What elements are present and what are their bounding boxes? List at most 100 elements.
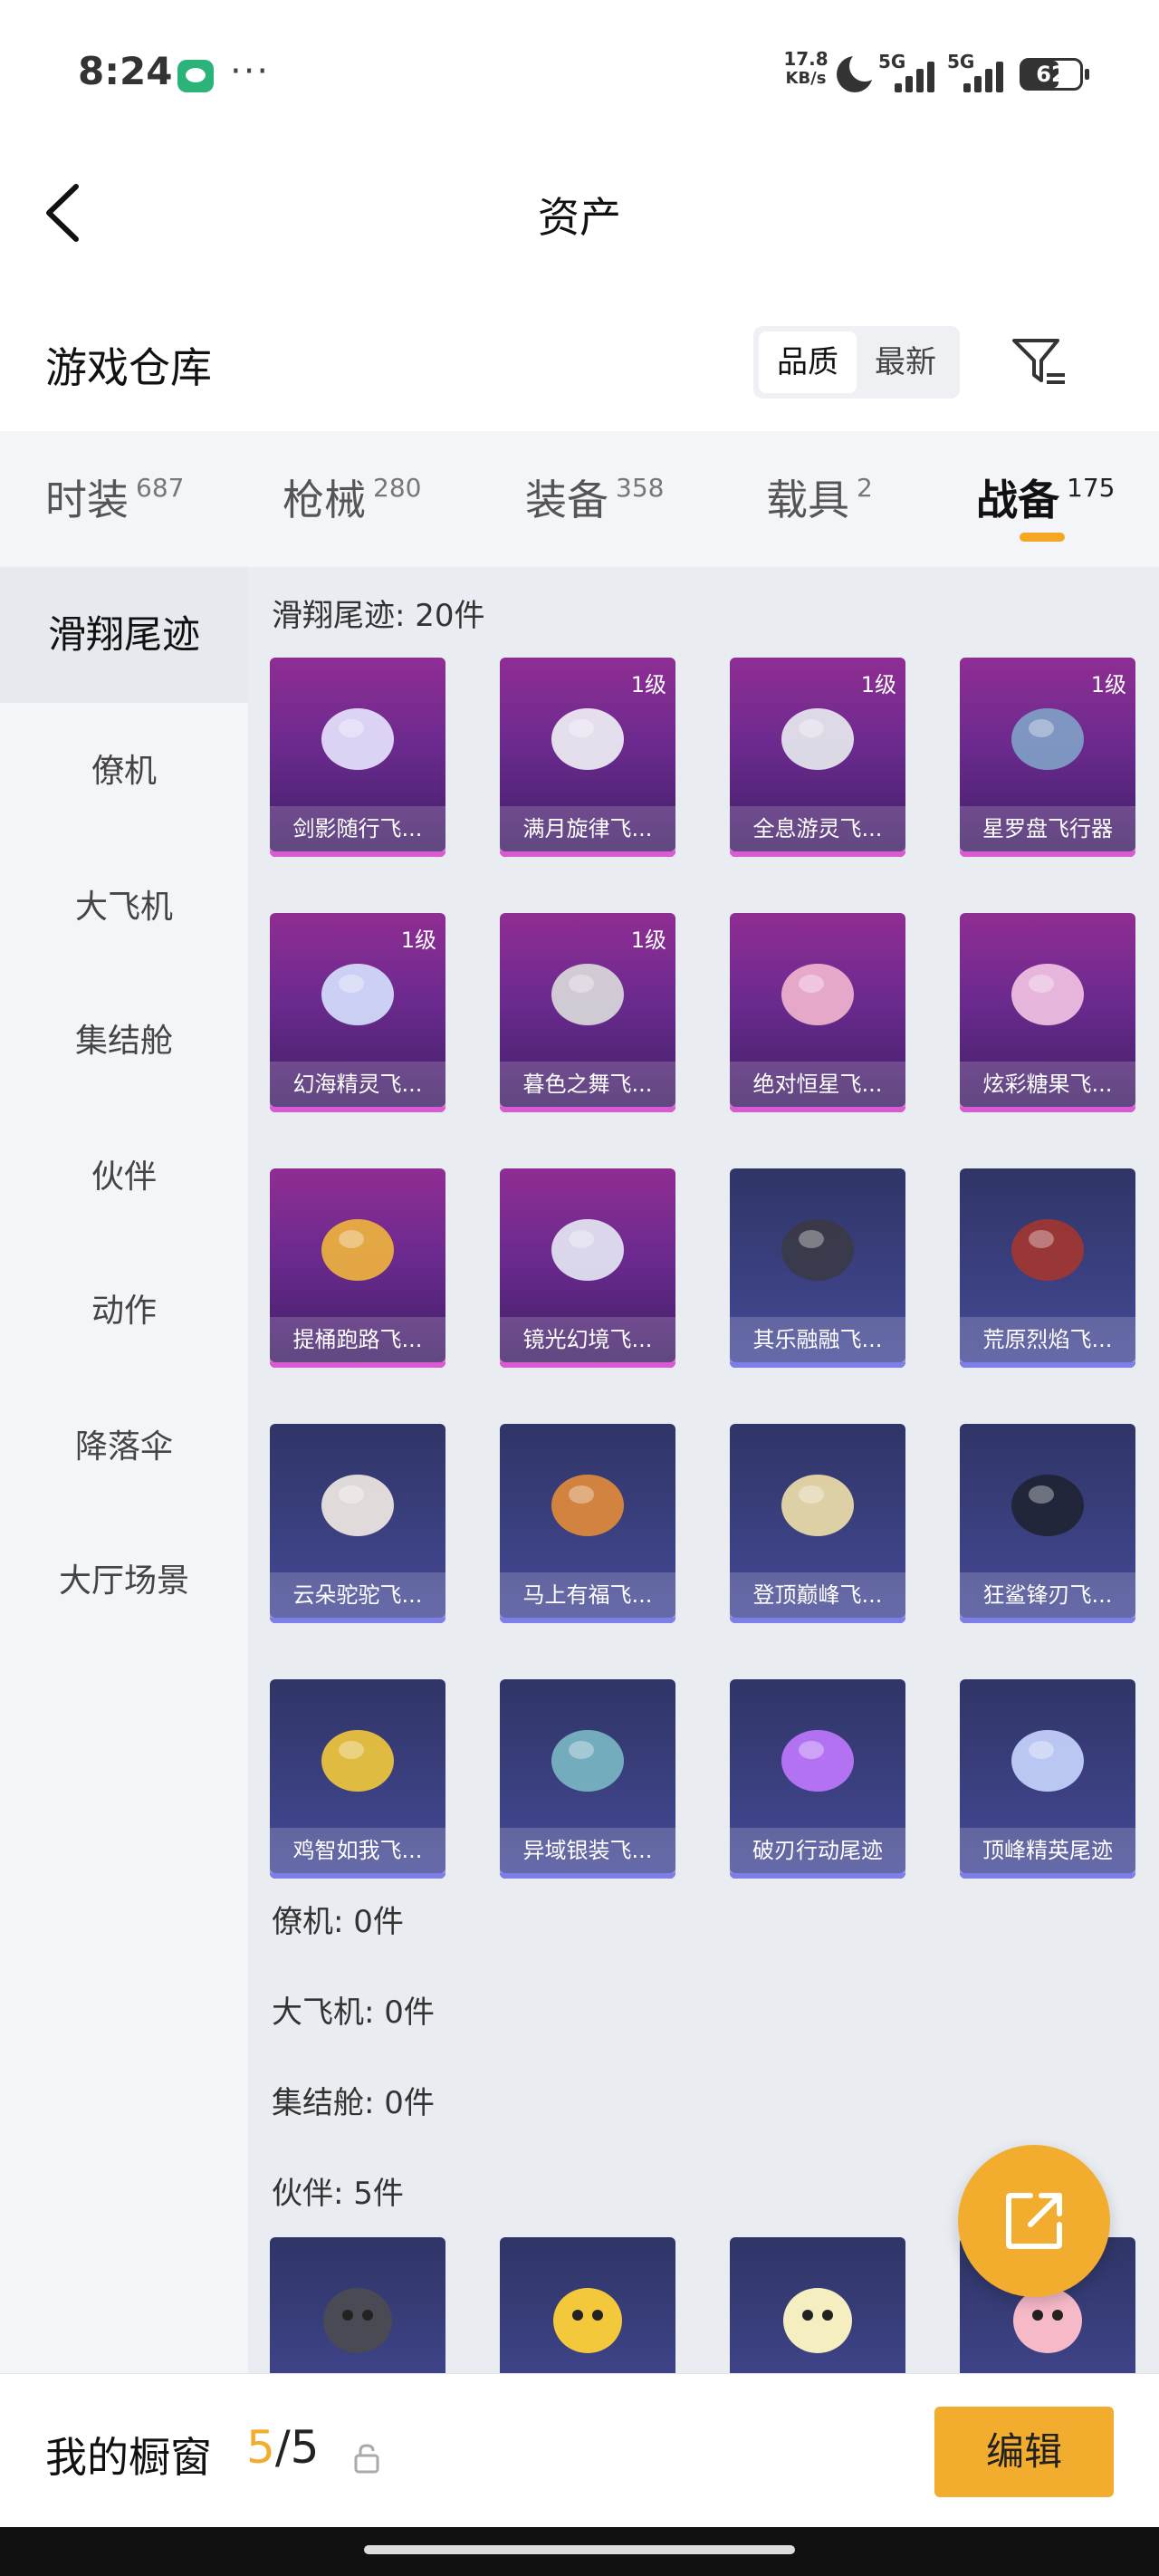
item-card[interactable]: 马上有福飞... [500, 1424, 675, 1623]
item-card[interactable]: 1级 星罗盘飞行器 [960, 658, 1135, 857]
item-card[interactable]: 1级幻海精灵飞... [270, 913, 445, 1112]
item-card[interactable]: 破刃行动尾迹 [730, 1679, 905, 1879]
home-indicator[interactable] [364, 2545, 795, 2554]
edit-button[interactable]: 编辑 [934, 2407, 1114, 2497]
item-image [998, 1451, 1097, 1551]
item-card[interactable]: 炫彩糖果飞... [960, 913, 1135, 1112]
warehouse-title: 游戏仓库 [45, 343, 212, 392]
item-image [308, 1196, 407, 1295]
item-image [538, 1451, 637, 1551]
item-card[interactable]: 荒原烈焰飞... [960, 1168, 1135, 1368]
item-name: 狂鲨锋刃飞... [960, 1572, 1135, 1618]
item-name: 鸡智如我飞... [270, 1828, 445, 1873]
tab-vehicles[interactable]: 载具 2 [766, 467, 873, 540]
item-level: 1级 [630, 928, 666, 953]
item-name: 幻海精灵飞... [270, 1062, 445, 1107]
battery-level: 62 [1036, 62, 1067, 87]
item-card[interactable]: 1级 全息游灵飞... [730, 658, 905, 857]
item-name: 马上有福飞... [500, 1572, 675, 1618]
item-name: 云朵驼驼飞... [270, 1572, 445, 1618]
section-header-partner: 伙伴: 5件 [272, 2176, 404, 2212]
sort-toggle: 品质 最新 [753, 326, 960, 399]
share-icon [1006, 2193, 1062, 2249]
tab-label: 战备 [976, 476, 1059, 524]
item-card[interactable]: 绝对恒星飞... [730, 913, 905, 1112]
do-not-disturb-icon [837, 51, 880, 92]
item-name: 提桶跑路飞... [270, 1317, 445, 1362]
item-card[interactable]: 剑影随行飞... [270, 658, 445, 857]
signal-icon-1: 5G [878, 51, 934, 92]
partner-image [308, 2264, 407, 2364]
partner-card[interactable] [730, 2237, 905, 2379]
item-image [998, 940, 1097, 1040]
item-name: 登顶巅峰飞... [730, 1572, 905, 1618]
page-title: 资产 [538, 193, 621, 242]
item-image [998, 685, 1097, 784]
item-card[interactable]: 1级满月旋律飞... [500, 658, 675, 857]
tab-fashion[interactable]: 时装 687 [45, 467, 184, 540]
tab-count: 280 [373, 473, 422, 503]
item-card[interactable]: 其乐融融飞... [730, 1168, 905, 1368]
item-card[interactable]: 1级暮色之舞飞... [500, 913, 675, 1112]
partner-image [768, 2264, 867, 2364]
item-name: 满月旋律飞... [500, 806, 675, 851]
sidenav-glide-trail[interactable]: 滑翔尾迹 [0, 567, 248, 703]
share-button[interactable] [958, 2145, 1110, 2297]
tab-label: 时装 [45, 476, 129, 524]
item-name: 破刃行动尾迹 [730, 1828, 905, 1873]
item-card[interactable]: 镜光幻境飞... [500, 1168, 675, 1368]
sort-by-quality[interactable]: 品质 [759, 332, 857, 393]
bottom-bar: 我的橱窗 5/5 编辑 [0, 2373, 1159, 2527]
sidenav-lobby-scene[interactable]: 大厅场景 [0, 1545, 248, 1618]
tab-equipment[interactable]: 装备 358 [525, 467, 664, 540]
system-nav-bar [0, 2527, 1159, 2576]
item-name: 炫彩糖果飞... [960, 1062, 1135, 1107]
filter-icon[interactable] [1011, 333, 1068, 391]
sort-by-newest[interactable]: 最新 [857, 332, 954, 393]
item-level: 1级 [400, 928, 436, 953]
item-image [768, 685, 867, 784]
tab-count: 175 [1067, 473, 1116, 503]
item-image [768, 1196, 867, 1295]
partner-card[interactable] [500, 2237, 675, 2379]
category-tabs: 时装 687 枪械 280 装备 358 载具 2 战备 175 [0, 431, 1159, 567]
sidenav-partner[interactable]: 伙伴 [0, 1141, 248, 1214]
item-name: 剑影随行飞... [270, 806, 445, 851]
section-header-glide-trail: 滑翔尾迹: 20件 [272, 598, 485, 634]
sidenav-wingman[interactable]: 僚机 [0, 735, 248, 808]
status-bar: 8:24 ··· 17.8 KB/s 5G 5G 62 [0, 0, 1159, 145]
item-card[interactable]: 鸡智如我飞... [270, 1679, 445, 1879]
showcase-count: 5/5 [246, 2421, 319, 2474]
signal-1-label: 5G [878, 51, 906, 72]
tab-label: 枪械 [283, 476, 366, 524]
item-card[interactable]: 提桶跑路飞... [270, 1168, 445, 1368]
active-tab-indicator [1020, 533, 1065, 542]
item-image [998, 1706, 1097, 1806]
tab-war-prep[interactable]: 战备 175 [976, 467, 1115, 540]
item-grid-area: 滑翔尾迹: 20件 剑影随行飞... 1级 满月旋律飞... 1级 全息游灵飞... 1级… [248, 567, 1159, 2379]
item-card[interactable]: 云朵驼驼飞... [270, 1424, 445, 1623]
sidenav-big-plane[interactable]: 大飞机 [0, 871, 248, 944]
item-card[interactable]: 异域银装飞... [500, 1679, 675, 1879]
item-level: 1级 [1090, 672, 1126, 697]
item-image [538, 1706, 637, 1806]
section-header-assembly-pod: 集结舱: 0件 [272, 2085, 435, 2121]
item-image [998, 1196, 1097, 1295]
item-card[interactable]: 登顶巅峰飞... [730, 1424, 905, 1623]
item-image [308, 1451, 407, 1551]
item-card[interactable]: 狂鲨锋刃飞... [960, 1424, 1135, 1623]
showcase-total: /5 [274, 2421, 320, 2474]
item-level: 1级 [630, 672, 666, 697]
battery-icon: 62 [1020, 58, 1089, 91]
sidenav-action[interactable]: 动作 [0, 1275, 248, 1348]
sidenav-parachute[interactable]: 降落伞 [0, 1411, 248, 1484]
item-image [308, 940, 407, 1040]
item-image [768, 1451, 867, 1551]
item-level: 1级 [860, 672, 896, 697]
item-card[interactable]: 顶峰精英尾迹 [960, 1679, 1135, 1879]
tab-guns[interactable]: 枪械 280 [283, 467, 421, 540]
showcase-current: 5 [246, 2421, 275, 2474]
partner-card[interactable] [270, 2237, 445, 2379]
sidenav-assembly-pod[interactable]: 集结舱 [0, 1005, 248, 1078]
item-name: 暮色之舞飞... [500, 1062, 675, 1107]
